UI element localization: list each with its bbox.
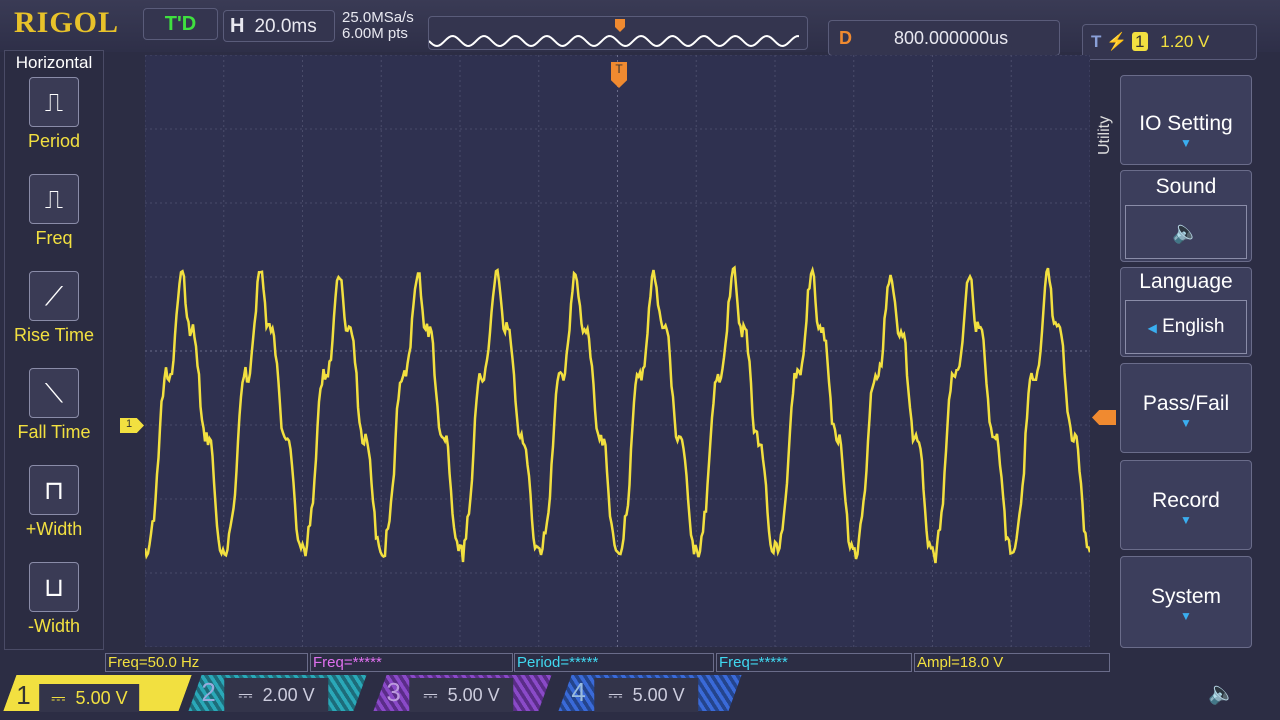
utility-menu-title: Utility: [1096, 116, 1114, 155]
menu-label: Freq: [5, 228, 103, 249]
h-label: H: [230, 15, 244, 37]
menu-title: Horizontal: [5, 53, 103, 73]
speaker-icon[interactable]: 🔈: [1208, 680, 1235, 706]
freq-icon: ⎍: [29, 174, 79, 224]
measurement-1[interactable]: Freq=50.0 Hz: [105, 653, 308, 672]
measurement-text: Ampl=18.0 V: [917, 654, 1003, 671]
channel-scale: ⎓ 5.00 V: [40, 684, 140, 712]
system-label: System: [1151, 585, 1221, 608]
measurement-2[interactable]: Freq=*****: [310, 653, 513, 672]
horizontal-menu: Horizontal ⎍ Period ⎍ Freq ⟋ Rise Time ⟍ Fal…: [4, 50, 104, 650]
overview-trigger-marker: [615, 19, 625, 32]
channel-number: 4: [565, 675, 585, 709]
io-setting-button[interactable]: IO Setting ▼: [1120, 75, 1252, 165]
trigger-level-marker[interactable]: [1092, 410, 1116, 425]
delay-display[interactable]: D 800.000000us: [828, 20, 1060, 56]
channel-4-button[interactable]: 4 ⎓ 5.00 V: [558, 675, 741, 711]
measurement-text: Freq=*****: [719, 654, 788, 671]
menu-item-rise-time[interactable]: ⟋ Rise Time: [5, 271, 103, 368]
measurement-3[interactable]: Period=*****: [514, 653, 714, 672]
utility-menu: IO Setting ▼ Sound 🔈 Language ◀ English Pas…: [1115, 70, 1255, 650]
chevron-down-icon: ▼: [1121, 416, 1251, 430]
measurement-text: Freq=*****: [313, 654, 382, 671]
channel-scale: ⎓ 5.00 V: [410, 678, 514, 712]
delay-label: D: [839, 28, 852, 48]
io-label: IO Setting: [1139, 112, 1232, 135]
menu-label: Rise Time: [5, 325, 103, 346]
trigger-status: T'D: [143, 8, 218, 40]
waveform-display[interactable]: [145, 55, 1090, 647]
chevron-down-icon: ▼: [1121, 513, 1251, 527]
language-value: English: [1162, 316, 1224, 337]
menu-item-period[interactable]: ⎍ Period: [5, 77, 103, 174]
sound-label: Sound: [1156, 175, 1217, 198]
channel-number: 1: [12, 678, 30, 712]
trigger-display[interactable]: T ⚡ 1 1.20 V: [1082, 24, 1257, 60]
negative-width-icon: ⊔: [29, 562, 79, 612]
menu-item-fall-time[interactable]: ⟍ Fall Time: [5, 368, 103, 465]
chevron-down-icon: ▼: [1121, 136, 1251, 150]
positive-width-icon: ⊓: [29, 465, 79, 515]
measurement-text: Period=*****: [517, 654, 598, 671]
sound-button[interactable]: Sound 🔈: [1120, 170, 1252, 262]
language-button[interactable]: Language ◀ English: [1120, 267, 1252, 357]
period-icon: ⎍: [29, 77, 79, 127]
pass-fail-label: Pass/Fail: [1143, 392, 1229, 415]
top-status-bar: RIGOL T'D H 20.0ms 25.0MSa/s 6.00M pts D 80…: [0, 0, 1280, 52]
trigger-label: T: [1091, 32, 1101, 51]
delay-value: 800.000000us: [894, 28, 1008, 48]
trigger-level: 1.20 V: [1160, 32, 1209, 51]
chevron-left-icon: ◀: [1148, 321, 1157, 335]
menu-item-freq[interactable]: ⎍ Freq: [5, 174, 103, 271]
channel-number: 3: [380, 675, 400, 709]
rise-time-icon: ⟋: [29, 271, 79, 321]
timebase-display[interactable]: H 20.0ms: [223, 10, 335, 42]
memory-depth: 6.00M pts: [342, 26, 414, 42]
menu-item-positive-width[interactable]: ⊓ +Width: [5, 465, 103, 562]
rigol-logo: RIGOL: [14, 6, 119, 40]
chevron-down-icon: ▼: [1121, 609, 1251, 623]
language-label: Language: [1139, 270, 1232, 293]
graticule: [145, 55, 1090, 647]
ch1-offset-marker[interactable]: 1: [120, 418, 144, 433]
channel-1-button[interactable]: 1 ⎓ 5.00 V: [3, 675, 191, 711]
scale-value: 5.00 V: [448, 685, 500, 705]
speaker-icon: 🔈: [1125, 205, 1247, 259]
acquisition-info: 25.0MSa/s 6.00M pts: [342, 10, 414, 42]
measurement-4[interactable]: Freq=*****: [716, 653, 912, 672]
channel-2-button[interactable]: 2 ⎓ 2.00 V: [188, 675, 366, 711]
sample-rate: 25.0MSa/s: [342, 10, 414, 26]
system-button[interactable]: System ▼: [1120, 556, 1252, 648]
channel-scale: ⎓ 5.00 V: [595, 678, 699, 712]
menu-label: -Width: [5, 616, 103, 637]
scale-value: 5.00 V: [76, 688, 128, 708]
trigger-source: 1: [1132, 32, 1147, 51]
record-label: Record: [1152, 489, 1220, 512]
pass-fail-button[interactable]: Pass/Fail ▼: [1120, 363, 1252, 453]
record-button[interactable]: Record ▼: [1120, 460, 1252, 550]
menu-label: Period: [5, 131, 103, 152]
menu-item-negative-width[interactable]: ⊔ -Width: [5, 562, 103, 659]
scale-value: 5.00 V: [633, 685, 685, 705]
channel-number: 2: [195, 675, 215, 709]
timebase-value: 20.0ms: [254, 16, 316, 37]
channel-3-button[interactable]: 3 ⎓ 5.00 V: [373, 675, 551, 711]
menu-label: Fall Time: [5, 422, 103, 443]
menu-label: +Width: [5, 519, 103, 540]
overview-wave-icon: [429, 17, 807, 49]
fall-time-icon: ⟍: [29, 368, 79, 418]
measurement-5[interactable]: Ampl=18.0 V: [914, 653, 1110, 672]
scale-value: 2.00 V: [263, 685, 315, 705]
edge-trigger-icon: ⚡: [1106, 32, 1127, 51]
measurement-text: Freq=50.0 Hz: [108, 654, 199, 671]
language-select[interactable]: ◀ English: [1125, 300, 1247, 354]
channel-scale: ⎓ 2.00 V: [225, 678, 329, 712]
waveform-overview[interactable]: [428, 16, 808, 50]
